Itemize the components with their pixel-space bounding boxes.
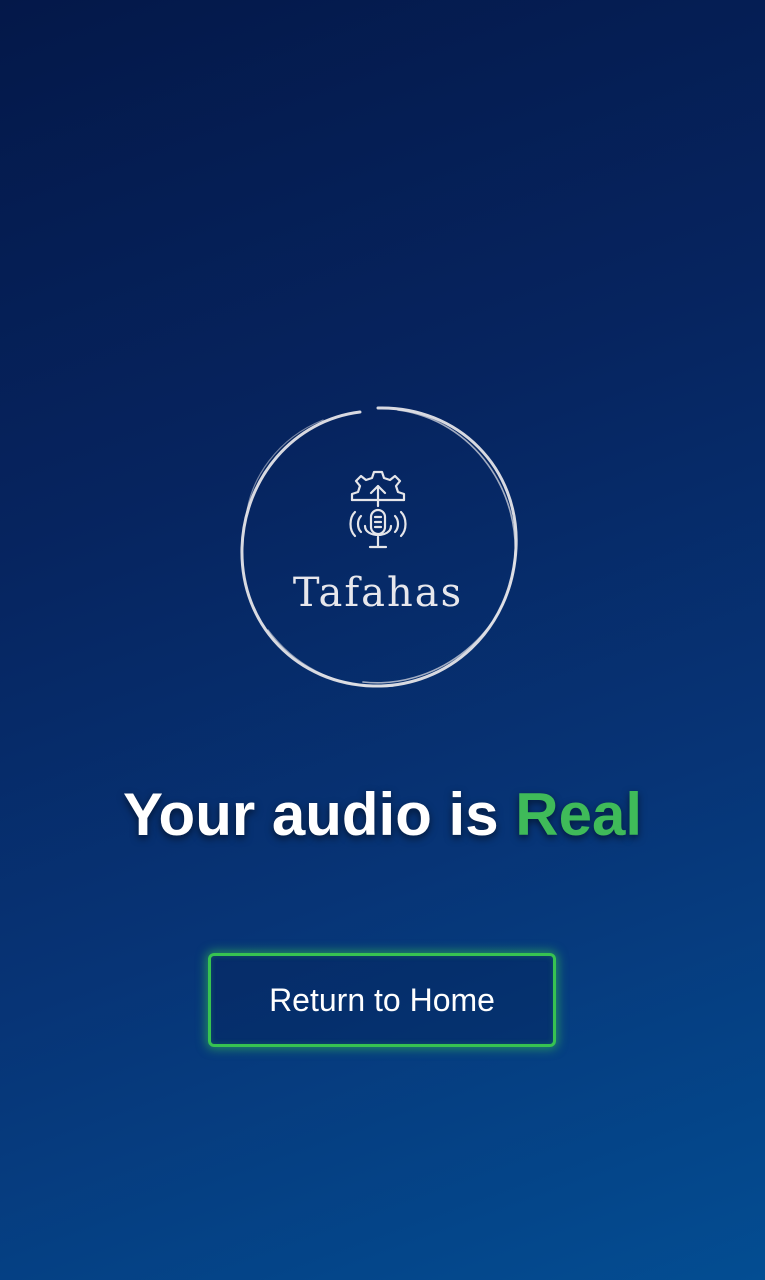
app-logo: Tafahas [228, 398, 528, 698]
result-prefix: Your audio is [122, 781, 516, 848]
gear-microphone-icon [349, 470, 407, 549]
result-screen: Tafahas Your audio is Real Return to Hom… [0, 0, 765, 1280]
result-message: Your audio is Real [0, 780, 765, 849]
return-home-button[interactable]: Return to Home [208, 953, 556, 1047]
result-verdict: Real [515, 781, 642, 848]
logo-wordmark: Tafahas [292, 570, 464, 616]
